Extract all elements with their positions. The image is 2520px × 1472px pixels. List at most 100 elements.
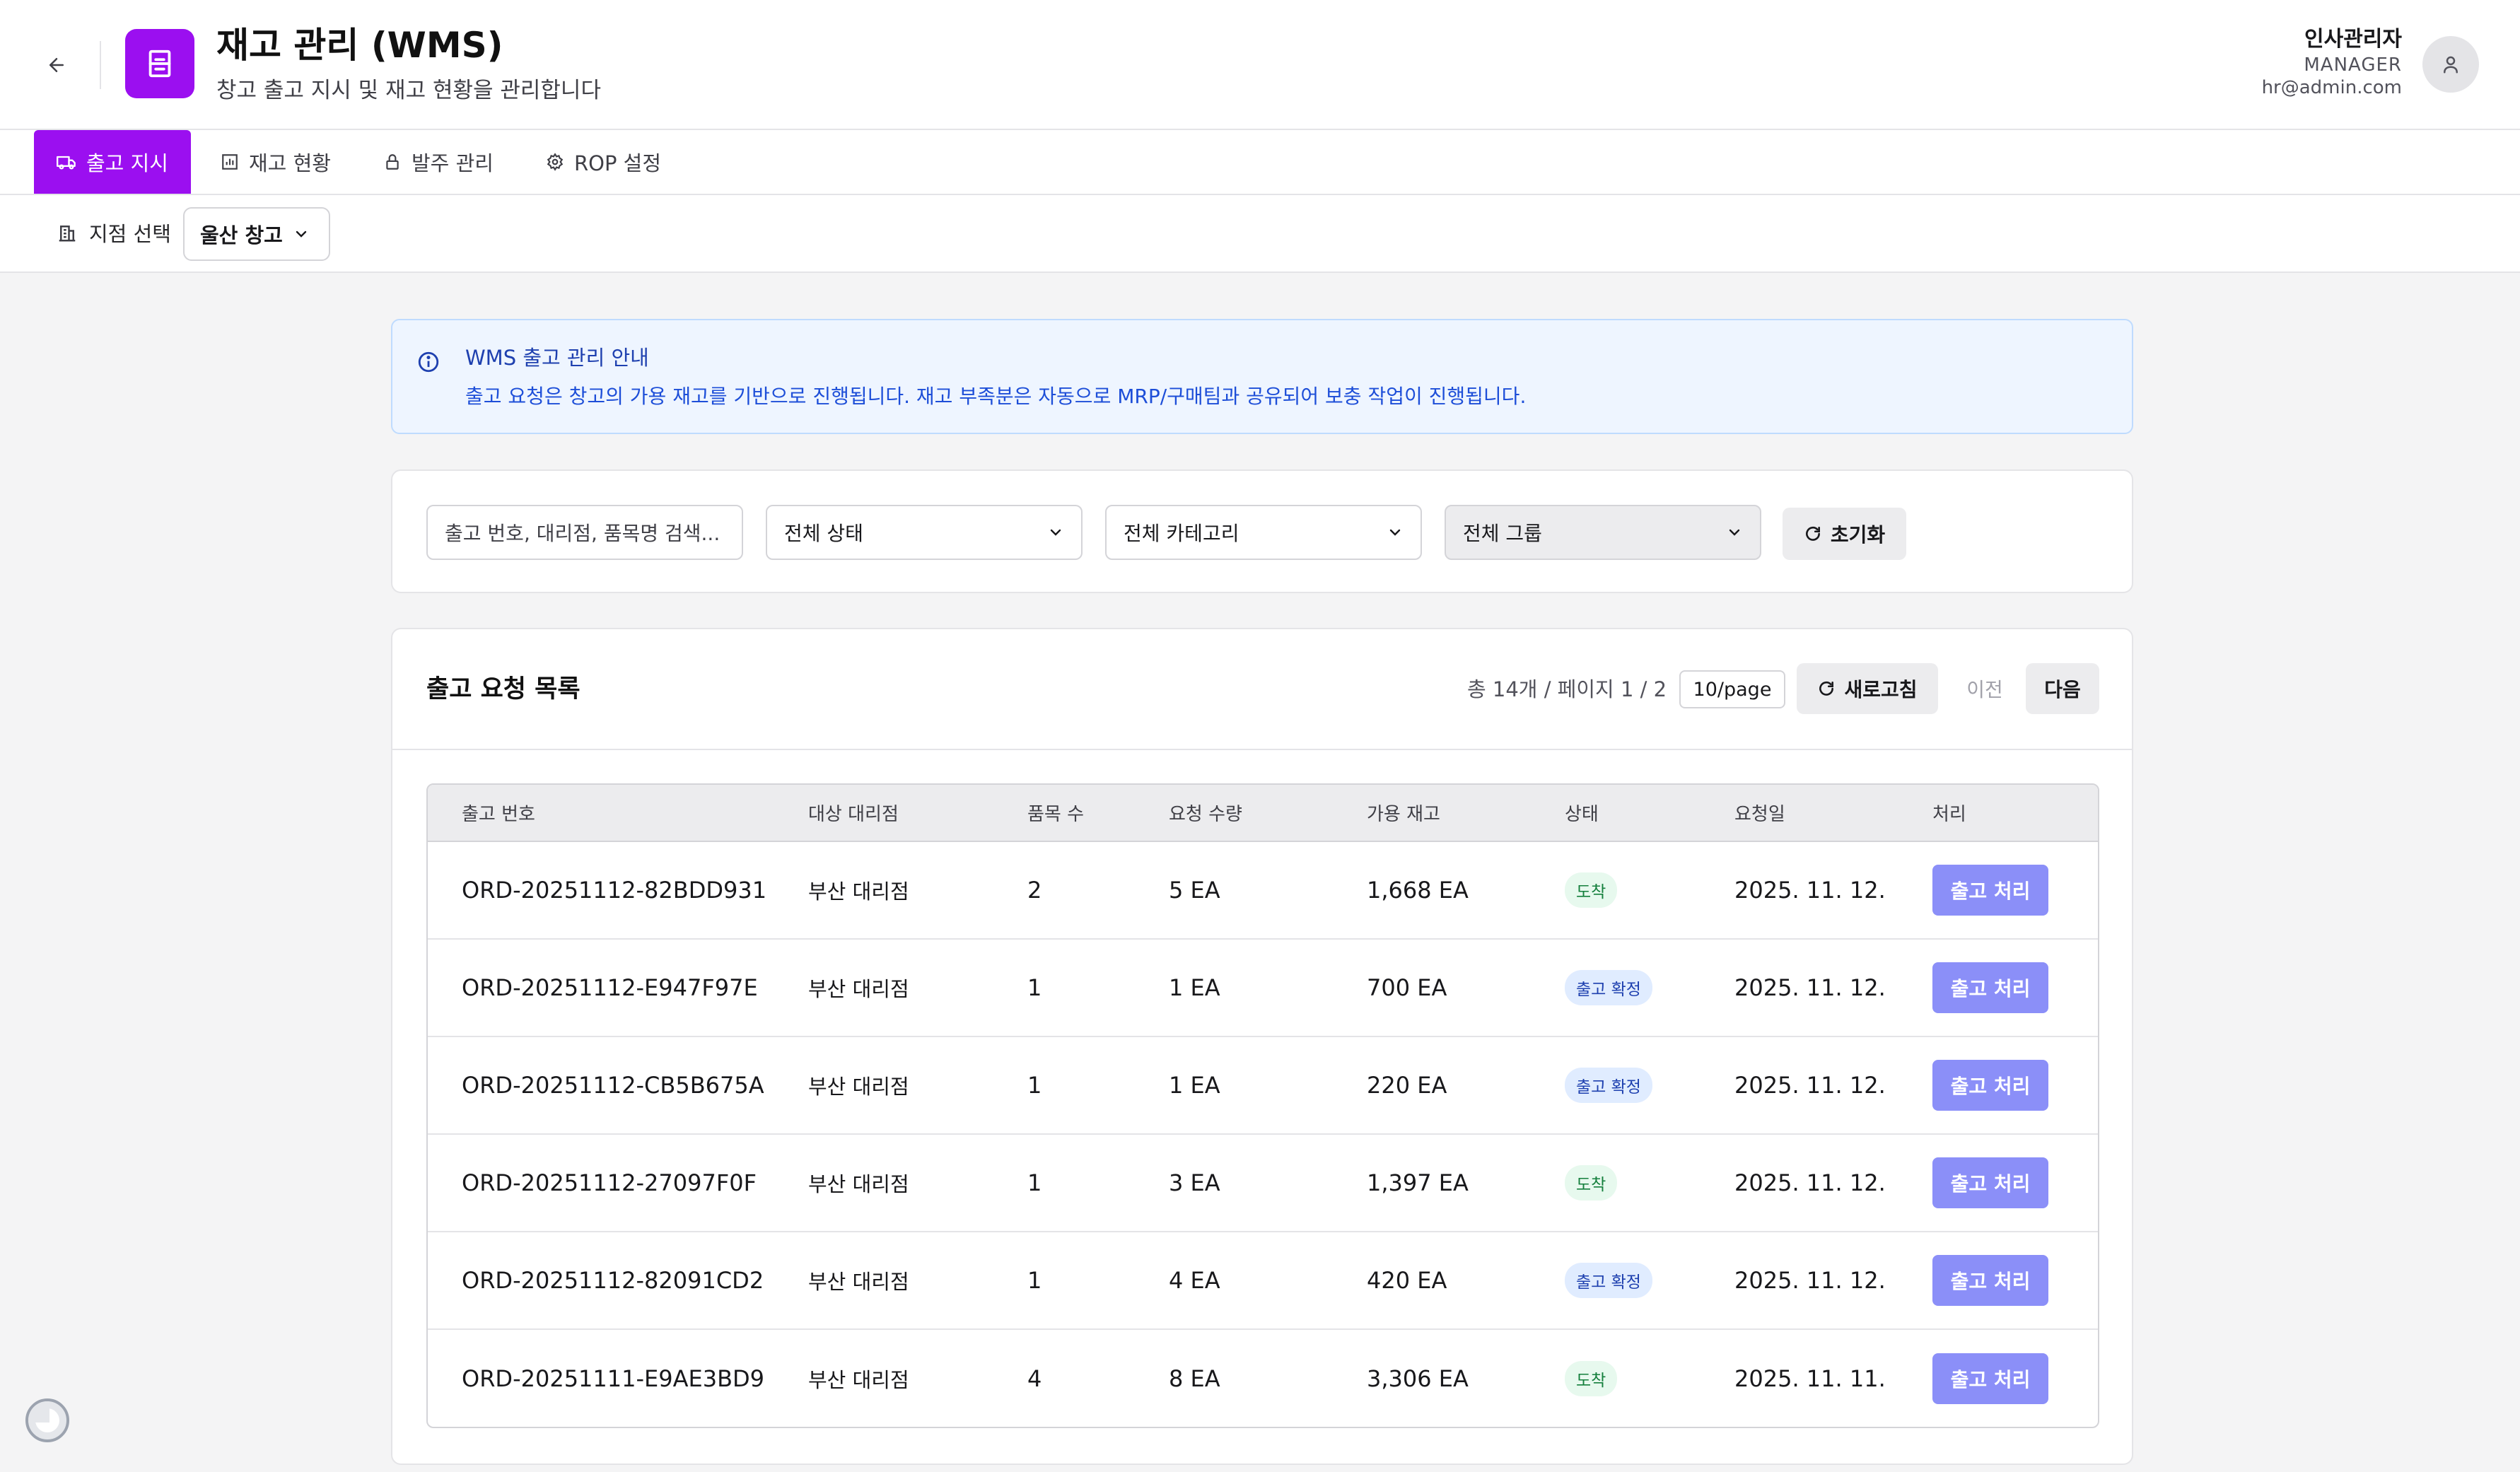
status-badge: 도착 [1565, 1165, 1618, 1201]
tab-label: 재고 현황 [249, 151, 331, 175]
gear-icon [547, 153, 564, 171]
branch-label: 지점 선택 [57, 218, 171, 247]
category-select[interactable]: 전체 카테고리 [1105, 505, 1422, 560]
process-outbound-button[interactable]: 출고 처리 [1932, 962, 2048, 1013]
info-title: WMS 출고 관리 안내 [465, 346, 649, 370]
user-email: hr@admin.com [2261, 77, 2402, 98]
table-row[interactable]: ORD-20251112-82BDD931 부산 대리점 2 5 EA 1,66… [428, 841, 2098, 939]
reset-label: 초기화 [1830, 523, 1886, 547]
available-stock: 1,668 EA [1367, 877, 1469, 904]
target-branch: 부산 대리점 [808, 1172, 909, 1196]
column-header: 품목 수 [993, 785, 1135, 842]
request-qty: 5 EA [1169, 877, 1220, 904]
column-header: 처리 [1898, 785, 2098, 842]
status-select[interactable]: 전체 상태 [766, 505, 1083, 560]
target-branch: 부산 대리점 [808, 1270, 909, 1294]
available-stock: 220 EA [1367, 1072, 1447, 1099]
order-id: ORD-20251111-E9AE3BD9 [462, 1365, 765, 1392]
process-outbound-button[interactable]: 출고 처리 [1932, 1353, 2048, 1404]
refresh-button[interactable]: 새로고침 [1797, 663, 1938, 714]
user-name: 인사관리자 [2304, 27, 2402, 52]
status-badge: 도착 [1565, 1360, 1618, 1396]
archive-icon [148, 49, 171, 78]
branch-select[interactable]: 울산 창고 [183, 207, 330, 261]
action-cell: 출고 처리 [1898, 939, 2098, 1036]
avatar[interactable] [2422, 36, 2479, 93]
status-cell: 출고 확정 [1531, 939, 1701, 1036]
action-cell: 출고 처리 [1898, 1036, 2098, 1134]
outbound-list-card: 출고 요청 목록 총 14개 / 페이지 1 / 2 10/page 새로고침 … [391, 628, 2133, 1465]
status-badge: 출고 확정 [1565, 1068, 1652, 1103]
column-header: 대상 대리점 [774, 785, 993, 842]
table-row[interactable]: ORD-20251112-27097F0F 부산 대리점 1 3 EA 1,39… [428, 1134, 2098, 1232]
branch-label-text: 지점 선택 [89, 222, 171, 246]
request-date: 2025. 11. 11. [1734, 1365, 1886, 1392]
user-role: MANAGER [2304, 54, 2402, 76]
item-count: 1 [1027, 974, 1042, 1001]
tab-bar: 출고 지시 재고 현황 발주 관리 ROP 설정 [0, 130, 2520, 195]
tab-purchase[interactable]: 발주 관리 [361, 130, 516, 194]
reset-button[interactable]: 초기화 [1783, 508, 1906, 560]
table-row[interactable]: ORD-20251112-CB5B675A 부산 대리점 1 1 EA 220 … [428, 1036, 2098, 1134]
header-divider [100, 41, 101, 89]
item-count: 1 [1027, 1072, 1042, 1099]
column-header: 가용 재고 [1333, 785, 1531, 842]
table-row[interactable]: ORD-20251112-82091CD2 부산 대리점 1 4 EA 420 … [428, 1232, 2098, 1329]
page-subtitle: 창고 출고 지시 및 재고 현황을 관리합니다 [216, 78, 601, 103]
available-stock: 3,306 EA [1367, 1365, 1469, 1392]
process-outbound-button[interactable]: 출고 처리 [1932, 1060, 2048, 1111]
chevron-down-icon [296, 230, 307, 238]
search-placeholder: 출고 번호, 대리점, 품목명 검색... [445, 522, 721, 545]
tab-stock[interactable]: 재고 현황 [198, 130, 354, 194]
chevron-down-icon [1389, 529, 1401, 536]
prev-page-button[interactable]: 이전 [1948, 663, 2022, 714]
tab-label: ROP 설정 [574, 151, 662, 175]
item-count: 2 [1027, 877, 1042, 904]
search-input[interactable]: 출고 번호, 대리점, 품목명 검색... [426, 505, 743, 560]
app-header: 재고 관리 (WMS) 창고 출고 지시 및 재고 현황을 관리합니다 인사관리… [0, 0, 2520, 130]
available-stock: 700 EA [1367, 974, 1447, 1001]
request-date: 2025. 11. 12. [1734, 877, 1886, 904]
status-cell: 도착 [1531, 841, 1701, 939]
request-qty: 1 EA [1169, 974, 1220, 1001]
next-page-button[interactable]: 다음 [2026, 663, 2099, 714]
refresh-icon [1805, 526, 1820, 541]
table-row[interactable]: ORD-20251111-E9AE3BD9 부산 대리점 4 8 EA 3,30… [428, 1329, 2098, 1427]
table-header-row: 출고 번호 대상 대리점 품목 수 요청 수량 가용 재고 상태 요청일 처리 [428, 785, 2098, 842]
process-outbound-button[interactable]: 출고 처리 [1932, 865, 2048, 916]
tab-label: 출고 지시 [86, 151, 168, 175]
status-badge: 출고 확정 [1565, 970, 1652, 1005]
theme-toggle-button[interactable] [25, 1398, 69, 1442]
order-id: ORD-20251112-27097F0F [462, 1169, 757, 1196]
back-button[interactable] [40, 49, 74, 81]
refresh-icon [1819, 681, 1834, 696]
process-outbound-button[interactable]: 출고 처리 [1932, 1255, 2048, 1306]
per-page-select[interactable]: 10/page [1679, 670, 1785, 708]
chevron-down-icon [1729, 529, 1740, 536]
request-date: 2025. 11. 12. [1734, 974, 1886, 1001]
status-badge: 도착 [1565, 872, 1618, 908]
target-branch: 부산 대리점 [808, 1367, 909, 1392]
outbound-table: 출고 번호 대상 대리점 품목 수 요청 수량 가용 재고 상태 요청일 처리 … [426, 783, 2099, 1428]
table-row[interactable]: ORD-20251112-E947F97E 부산 대리점 1 1 EA 700 … [428, 939, 2098, 1036]
action-cell: 출고 처리 [1898, 1329, 2098, 1427]
moon-icon-mask [28, 1401, 49, 1423]
item-count: 1 [1027, 1169, 1042, 1196]
request-qty: 3 EA [1169, 1169, 1220, 1196]
tab-outbound[interactable]: 출고 지시 [34, 130, 191, 194]
process-outbound-button[interactable]: 출고 처리 [1932, 1157, 2048, 1208]
target-branch: 부산 대리점 [808, 1075, 909, 1099]
pagination-info: 총 14개 / 페이지 1 / 2 [1467, 677, 1667, 701]
status-cell: 출고 확정 [1531, 1232, 1701, 1329]
order-id: ORD-20251112-CB5B675A [462, 1072, 764, 1099]
status-cell: 도착 [1531, 1134, 1701, 1232]
group-select[interactable]: 전체 그룹 [1445, 505, 1761, 560]
target-branch: 부산 대리점 [808, 880, 909, 904]
column-header: 상태 [1531, 785, 1701, 842]
building-icon [59, 226, 76, 242]
order-id: ORD-20251112-82BDD931 [462, 877, 767, 904]
tab-rop[interactable]: ROP 설정 [523, 130, 684, 194]
column-header: 출고 번호 [428, 785, 774, 842]
chevron-down-icon [1050, 529, 1061, 536]
request-qty: 8 EA [1169, 1365, 1220, 1392]
